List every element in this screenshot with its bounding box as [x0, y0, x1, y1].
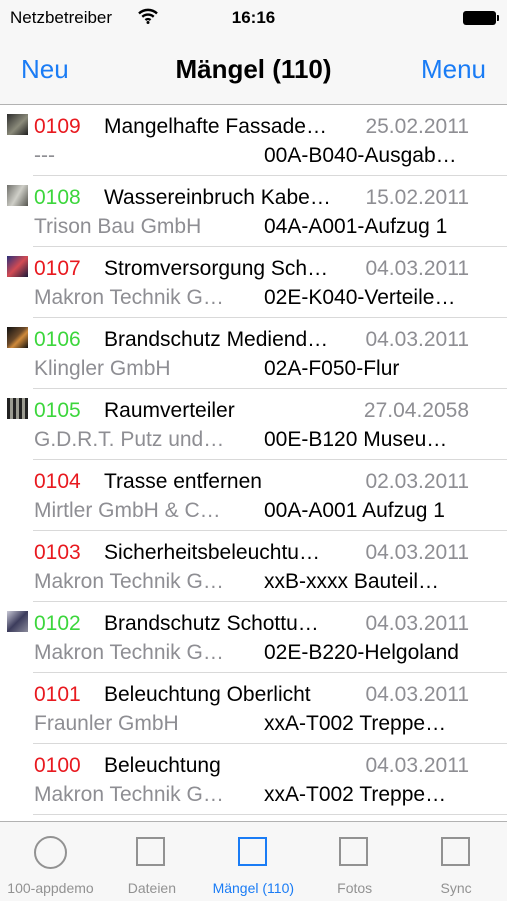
defect-date: 04.03.2011: [365, 541, 469, 564]
row-separator: [33, 814, 507, 815]
tab-bar: 100-appdemo Dateien Mängel (110) Fotos Sync: [0, 821, 507, 901]
circle-icon: [34, 836, 67, 869]
defect-number: 0108: [34, 186, 81, 209]
defect-number: 0107: [34, 257, 81, 280]
list-item[interactable]: 0101 Beleuchtung Oberlicht 04.03.2011 Fraun…: [0, 673, 507, 744]
photo-thumbnail: [7, 256, 28, 277]
tab-label: Sync: [440, 880, 472, 896]
square-icon: [339, 837, 369, 866]
defect-date: 04.03.2011: [365, 257, 469, 280]
defect-title: Brandschutz Schottu…: [104, 612, 319, 635]
defect-location: 00E-B120 Museu…: [264, 428, 448, 451]
list-item[interactable]: 0100 Beleuchtung 04.03.2011 Makron Technik …: [0, 744, 507, 815]
tab-label: Dateien: [127, 880, 177, 896]
tab-item[interactable]: 100-appdemo: [0, 822, 101, 901]
battery-icon: [463, 11, 499, 25]
defect-company: Fraunler GmbH: [34, 712, 179, 735]
defect-location: 02A-F050-Flur: [264, 357, 400, 380]
defect-company: Makron Technik G…: [34, 641, 224, 664]
defect-location: 00A-A001 Aufzug 1: [264, 499, 445, 522]
defect-company: Klingler GmbH: [34, 357, 171, 380]
defect-location: 02E-K040-Verteile…: [264, 286, 456, 309]
defect-date: 04.03.2011: [365, 612, 469, 635]
defect-title: Brandschutz Mediend…: [104, 328, 329, 351]
defect-number: 0106: [34, 328, 81, 351]
photo-thumbnail: [7, 114, 28, 135]
tab-label: Fotos: [337, 880, 373, 896]
defect-date: 15.02.2011: [365, 186, 469, 209]
defect-number: 0104: [34, 470, 81, 493]
list-item[interactable]: 0105 Raumverteiler 27.04.2058 G.D.R.T. Putz…: [0, 389, 507, 460]
tab-item[interactable]: Sync: [406, 822, 507, 901]
defect-title: Beleuchtung: [104, 754, 221, 777]
defect-location: xxB-xxxx Bauteil…: [264, 570, 440, 593]
list-item[interactable]: 0104 Trasse entfernen 02.03.2011 Mirtler Gm…: [0, 460, 507, 531]
list-item[interactable]: 0107 Stromversorgung Sch… 04.03.2011 Makron…: [0, 247, 507, 318]
defect-company: G.D.R.T. Putz und…: [34, 428, 225, 451]
defect-date: 04.03.2011: [365, 328, 469, 351]
defect-title: Mangelhafte Fassade…: [104, 115, 327, 138]
defect-company: Makron Technik G…: [34, 570, 224, 593]
list-item[interactable]: 0103 Sicherheitsbeleuchtu… 04.03.2011 Makro…: [0, 531, 507, 602]
square-icon: [440, 837, 470, 866]
defect-list[interactable]: 0109 Mangelhafte Fassade… 25.02.2011 --- 00A…: [0, 105, 507, 821]
defect-date: 04.03.2011: [365, 683, 469, 706]
defect-number: 0100: [34, 754, 81, 777]
photo-thumbnail: [7, 398, 28, 419]
defect-company: Mirtler GmbH & C…: [34, 499, 221, 522]
defect-date: 25.02.2011: [365, 115, 469, 138]
defect-location: 00A-B040-Ausgab…: [264, 144, 457, 167]
status-bar: Netzbetreiber 16:16: [0, 0, 507, 36]
defect-date: 02.03.2011: [365, 470, 469, 493]
defect-company: ---: [34, 144, 55, 167]
photo-thumbnail: [7, 327, 28, 348]
defect-number: 0101: [34, 683, 81, 706]
defect-title: Wassereinbruch Kabe…: [104, 186, 331, 209]
tab-item[interactable]: Dateien: [101, 822, 202, 901]
defect-title: Stromversorgung Sch…: [104, 257, 329, 280]
defect-location: 02E-B220-Helgoland: [264, 641, 459, 664]
square-icon: [237, 837, 267, 866]
list-item[interactable]: 0108 Wassereinbruch Kabe… 15.02.2011 Trison…: [0, 176, 507, 247]
defect-number: 0105: [34, 399, 81, 422]
defect-company: Makron Technik G…: [34, 783, 224, 806]
defect-title: Beleuchtung Oberlicht: [104, 683, 311, 706]
defect-number: 0102: [34, 612, 81, 635]
photo-thumbnail: [7, 185, 28, 206]
defect-date: 04.03.2011: [365, 754, 469, 777]
defect-location: xxA-T002 Treppe…: [264, 712, 447, 735]
menu-button[interactable]: Menu: [421, 54, 486, 85]
tab-item[interactable]: Fotos: [304, 822, 405, 901]
defect-number: 0103: [34, 541, 81, 564]
navigation-bar: Neu Mängel (110) Menu: [0, 36, 507, 105]
defect-title: Raumverteiler: [104, 399, 235, 422]
defect-title: Trasse entfernen: [104, 470, 262, 493]
list-item[interactable]: 0109 Mangelhafte Fassade… 25.02.2011 --- 00A…: [0, 105, 507, 176]
defect-number: 0109: [34, 115, 81, 138]
defect-date: 27.04.2058: [363, 399, 469, 422]
list-item[interactable]: 0102 Brandschutz Schottu… 04.03.2011 Makron…: [0, 602, 507, 673]
tab-item[interactable]: Mängel (110): [203, 822, 304, 901]
photo-thumbnail: [7, 611, 28, 632]
defect-company: Trison Bau GmbH: [34, 215, 202, 238]
square-icon: [136, 837, 166, 866]
defect-location: 04A-A001-Aufzug 1: [264, 215, 448, 238]
tab-label: 100-appdemo: [7, 880, 94, 896]
list-item[interactable]: 0106 Brandschutz Mediend… 04.03.2011 Klingl…: [0, 318, 507, 389]
defect-location: xxA-T002 Treppe…: [264, 783, 447, 806]
tab-label: Mängel (110): [212, 880, 295, 896]
defect-title: Sicherheitsbeleuchtu…: [104, 541, 320, 564]
defect-company: Makron Technik G…: [34, 286, 224, 309]
clock: 16:16: [231, 8, 276, 27]
